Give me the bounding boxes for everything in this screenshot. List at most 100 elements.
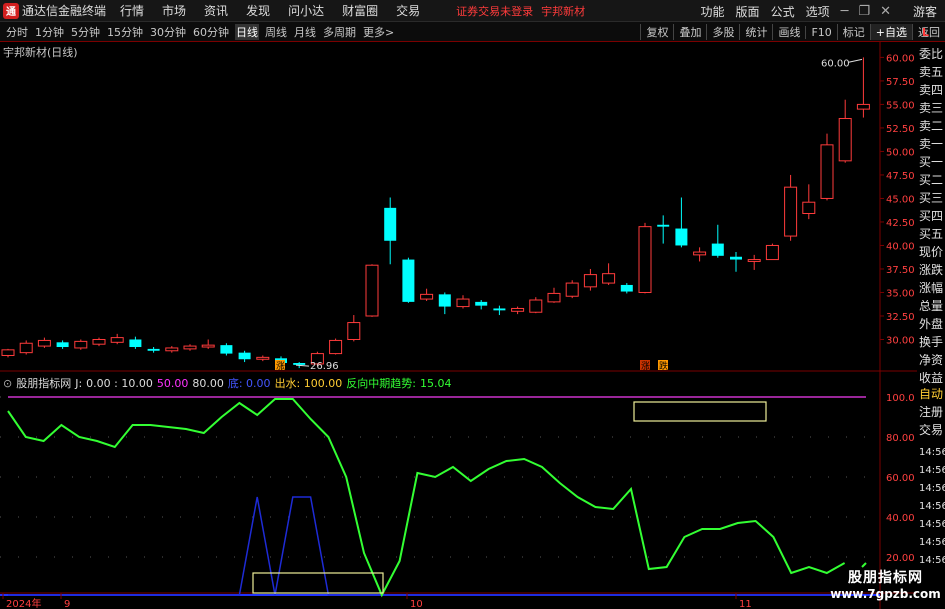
- tool-stats[interactable]: 统计: [739, 24, 772, 40]
- candle-body-up: [92, 338, 106, 345]
- side-item: 涨跌: [919, 264, 944, 277]
- period-monthly[interactable]: 月线: [293, 24, 317, 40]
- indicator-chart: [0, 396, 880, 598]
- indicator-j-line: [7, 398, 846, 598]
- menu-wealth[interactable]: 财富圈: [342, 2, 378, 19]
- candle-body-down: [475, 301, 488, 306]
- candle-body-up: [529, 299, 543, 313]
- minimize-icon[interactable]: ─: [841, 4, 849, 19]
- indicator-tick-label: 40.00: [886, 513, 915, 524]
- side-item: 委比: [919, 48, 944, 61]
- period-daily[interactable]: 日线: [235, 23, 259, 40]
- candle-body-up: [456, 298, 470, 308]
- side-item: 14:56: [919, 519, 945, 530]
- tool-f10[interactable]: F10: [805, 25, 836, 39]
- menu-quotes[interactable]: 行情: [120, 2, 144, 19]
- candle-body-up: [820, 144, 834, 199]
- period-1min[interactable]: 1分钟: [34, 24, 65, 40]
- high-price-label: 60.00: [821, 58, 850, 69]
- side-item: 净资: [919, 354, 944, 367]
- candle-body-up: [420, 293, 434, 300]
- tool-add-watchlist[interactable]: +自选: [869, 24, 912, 40]
- side-item: 买二: [919, 174, 944, 187]
- side-item[interactable]: 自动: [919, 388, 945, 401]
- candle-body-down: [493, 308, 506, 311]
- watermark: 股朋指标网 www.7gpzb.com: [826, 564, 945, 609]
- right-menus: 功能 版面 公式 选项 ─ ❐ ✕ 游客: [701, 0, 945, 22]
- price-tick-label: 45.00: [886, 194, 915, 205]
- candle-body-down: [129, 339, 142, 348]
- candle-body-down: [56, 342, 69, 348]
- menu-trade[interactable]: 交易: [396, 2, 420, 19]
- candle-body-up: [602, 273, 616, 284]
- app-title: 通达信金融终端: [22, 4, 107, 18]
- price-tick-label: 37.50: [886, 265, 915, 276]
- side-item[interactable]: 交易: [919, 424, 945, 437]
- candle-body-up: [19, 342, 33, 354]
- period-multi[interactable]: 多周期: [322, 24, 357, 40]
- indicator-trend-label: 反向中期趋势:: [346, 377, 416, 390]
- time-tick-label: 11: [739, 599, 752, 609]
- side-item: 14:56: [919, 465, 945, 476]
- time-tick-label: 10: [410, 599, 423, 609]
- time-tick-label: 2024年: [6, 597, 41, 609]
- candle-body-down: [438, 294, 451, 307]
- candle-body-down: [384, 207, 397, 241]
- chart-area[interactable]: 60.00 57.50 55.00 52.50 50.00 47.50 45.00 42.50…: [0, 42, 917, 609]
- period-more[interactable]: 更多>: [362, 24, 395, 40]
- candle-body-up: [747, 259, 761, 262]
- trade-login-status[interactable]: 证券交易未登录: [456, 3, 533, 19]
- candle-body-up: [365, 264, 379, 317]
- candle-body-up: [37, 339, 51, 347]
- indicator-di: 底: 0.00: [227, 377, 271, 390]
- indicator-toggle-icon[interactable]: ⊙: [3, 377, 12, 390]
- menu-layout[interactable]: 版面: [736, 3, 760, 20]
- candle-body-up: [74, 340, 88, 349]
- menu-market[interactable]: 市场: [162, 2, 186, 19]
- tool-mark[interactable]: 标记: [836, 24, 870, 40]
- chart-grid: [0, 42, 917, 609]
- high-price-arrow: [847, 58, 863, 63]
- low-price-label: 26.96: [310, 361, 339, 372]
- period-weekly[interactable]: 周线: [264, 24, 288, 40]
- watermark-line2: www.7gpzb.com: [830, 587, 941, 601]
- side-item: 卖五: [919, 66, 944, 79]
- candle-body-down: [730, 256, 742, 260]
- menu-news[interactable]: 资讯: [204, 2, 228, 19]
- tool-multistock[interactable]: 多股: [706, 24, 739, 40]
- menu-ask[interactable]: 问小达: [288, 2, 324, 19]
- period-timeshare[interactable]: 分时: [5, 24, 29, 40]
- menu-function[interactable]: 功能: [701, 3, 725, 20]
- candle-body-down: [675, 228, 688, 246]
- restore-icon[interactable]: ❐: [858, 4, 870, 19]
- period-15min[interactable]: 15分钟: [106, 24, 144, 40]
- period-30min[interactable]: 30分钟: [149, 24, 187, 40]
- side-item: 买四: [919, 210, 944, 223]
- side-item: 涨幅: [919, 282, 944, 295]
- candle-body-up: [838, 118, 852, 162]
- side-item[interactable]: 注册: [919, 406, 945, 419]
- indicator-name[interactable]: 股朋指标网: [16, 375, 71, 391]
- candle-body-up: [165, 347, 179, 352]
- guest-user[interactable]: 游客: [913, 3, 937, 20]
- menu-discover[interactable]: 发现: [246, 2, 270, 19]
- candle-body-down: [402, 259, 415, 302]
- menu-formula[interactable]: 公式: [771, 3, 795, 20]
- chart-tools: 复权 叠加 多股 统计 画线 F10 标记 +自选 返回: [640, 22, 945, 42]
- marker-fall: 跌: [659, 361, 668, 372]
- menu-options[interactable]: 选项: [806, 3, 830, 20]
- app-logo-icon: 通: [3, 2, 19, 19]
- side-item: 14:56: [919, 501, 945, 512]
- side-item: 买三: [919, 192, 944, 205]
- period-toolbar: 分时 1分钟 5分钟 15分钟 30分钟 60分钟 日线 周线 月线 多周期 更…: [0, 22, 945, 42]
- tool-draw[interactable]: 画线: [772, 24, 805, 40]
- close-icon[interactable]: ✕: [880, 4, 891, 19]
- price-tick-label: 55.00: [886, 100, 915, 111]
- tool-overlay[interactable]: 叠加: [673, 24, 706, 40]
- side-item: 换手: [919, 336, 944, 349]
- period-5min[interactable]: 5分钟: [70, 24, 101, 40]
- indicator-chushui: 出水: 100.00: [274, 377, 343, 390]
- period-60min[interactable]: 60分钟: [192, 24, 230, 40]
- tool-adjust[interactable]: 复权: [640, 24, 673, 40]
- side-item: 买一: [919, 156, 944, 169]
